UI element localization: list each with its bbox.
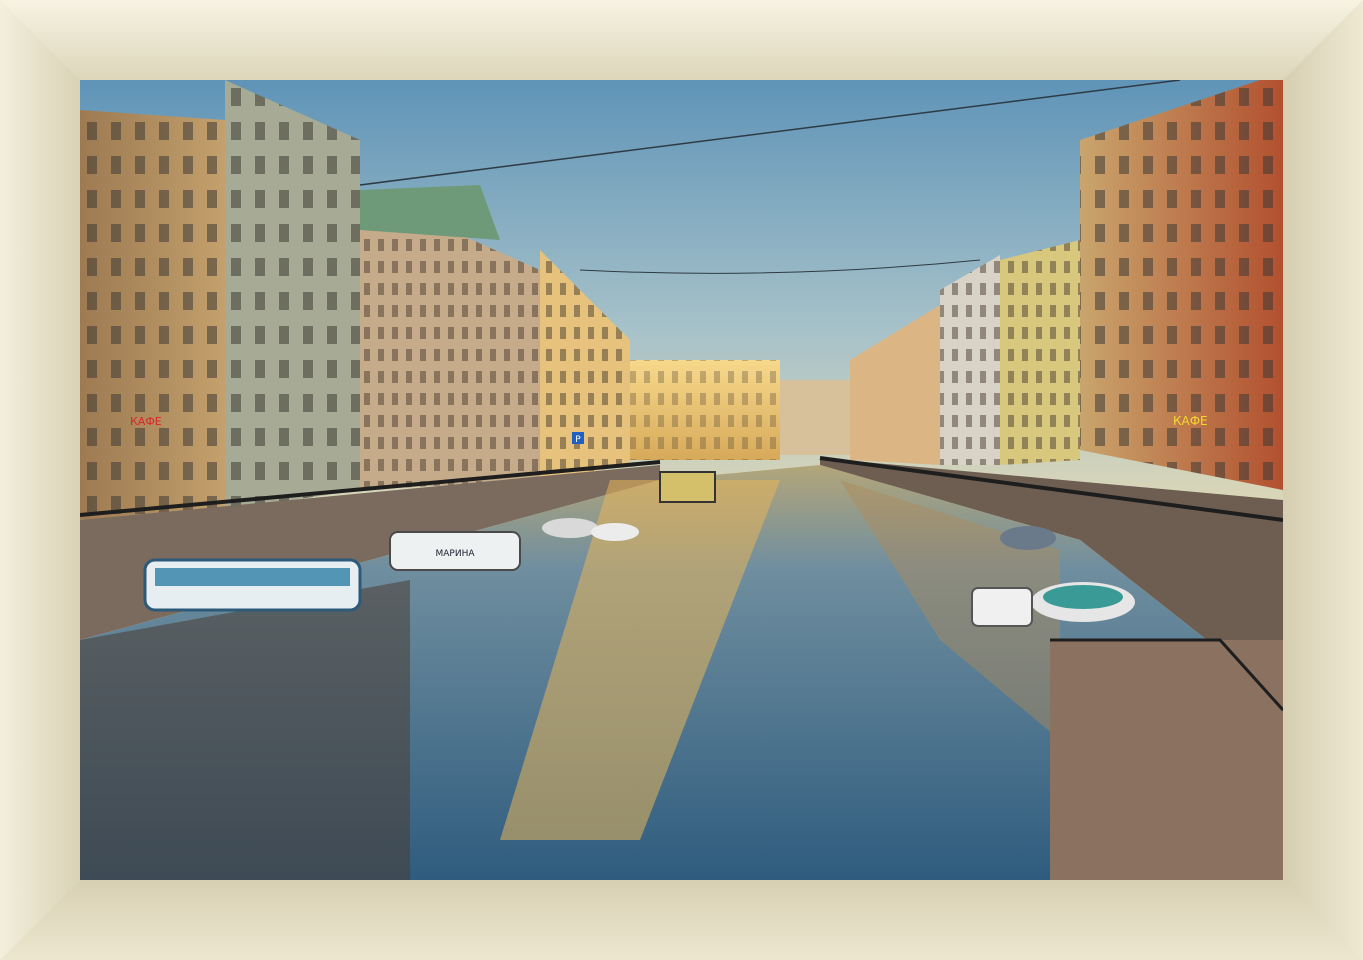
right-cafe-sign: КАФЕ — [1173, 414, 1208, 428]
boat-small-2 — [591, 523, 639, 541]
canal-photo: МАРИНА КАФЕ КАФЕ P — [80, 80, 1283, 880]
boat-white — [971, 587, 1033, 627]
distant-building-2 — [780, 380, 860, 455]
left-shop-sign: КАФЕ — [130, 415, 162, 428]
frame-bottom-rail — [0, 880, 1363, 960]
boat-right-small — [1000, 526, 1056, 550]
wooden-pier — [1050, 640, 1283, 880]
svg-text:P: P — [575, 435, 581, 445]
picture-frame: МАРИНА КАФЕ КАФЕ P — [0, 0, 1363, 960]
boat-name-label: МАРИНА — [435, 549, 475, 559]
frame-right-rail — [1283, 0, 1363, 960]
boat-covered — [659, 471, 716, 503]
canal-scene: МАРИНА КАФЕ КАФЕ P — [80, 80, 1283, 880]
boat-marina: МАРИНА — [389, 531, 521, 571]
boat-teal — [1031, 582, 1135, 622]
frame-left-rail — [0, 0, 80, 960]
boat-tour-left — [143, 558, 362, 612]
frame-top-rail — [0, 0, 1363, 80]
boat-small-1 — [542, 518, 598, 538]
